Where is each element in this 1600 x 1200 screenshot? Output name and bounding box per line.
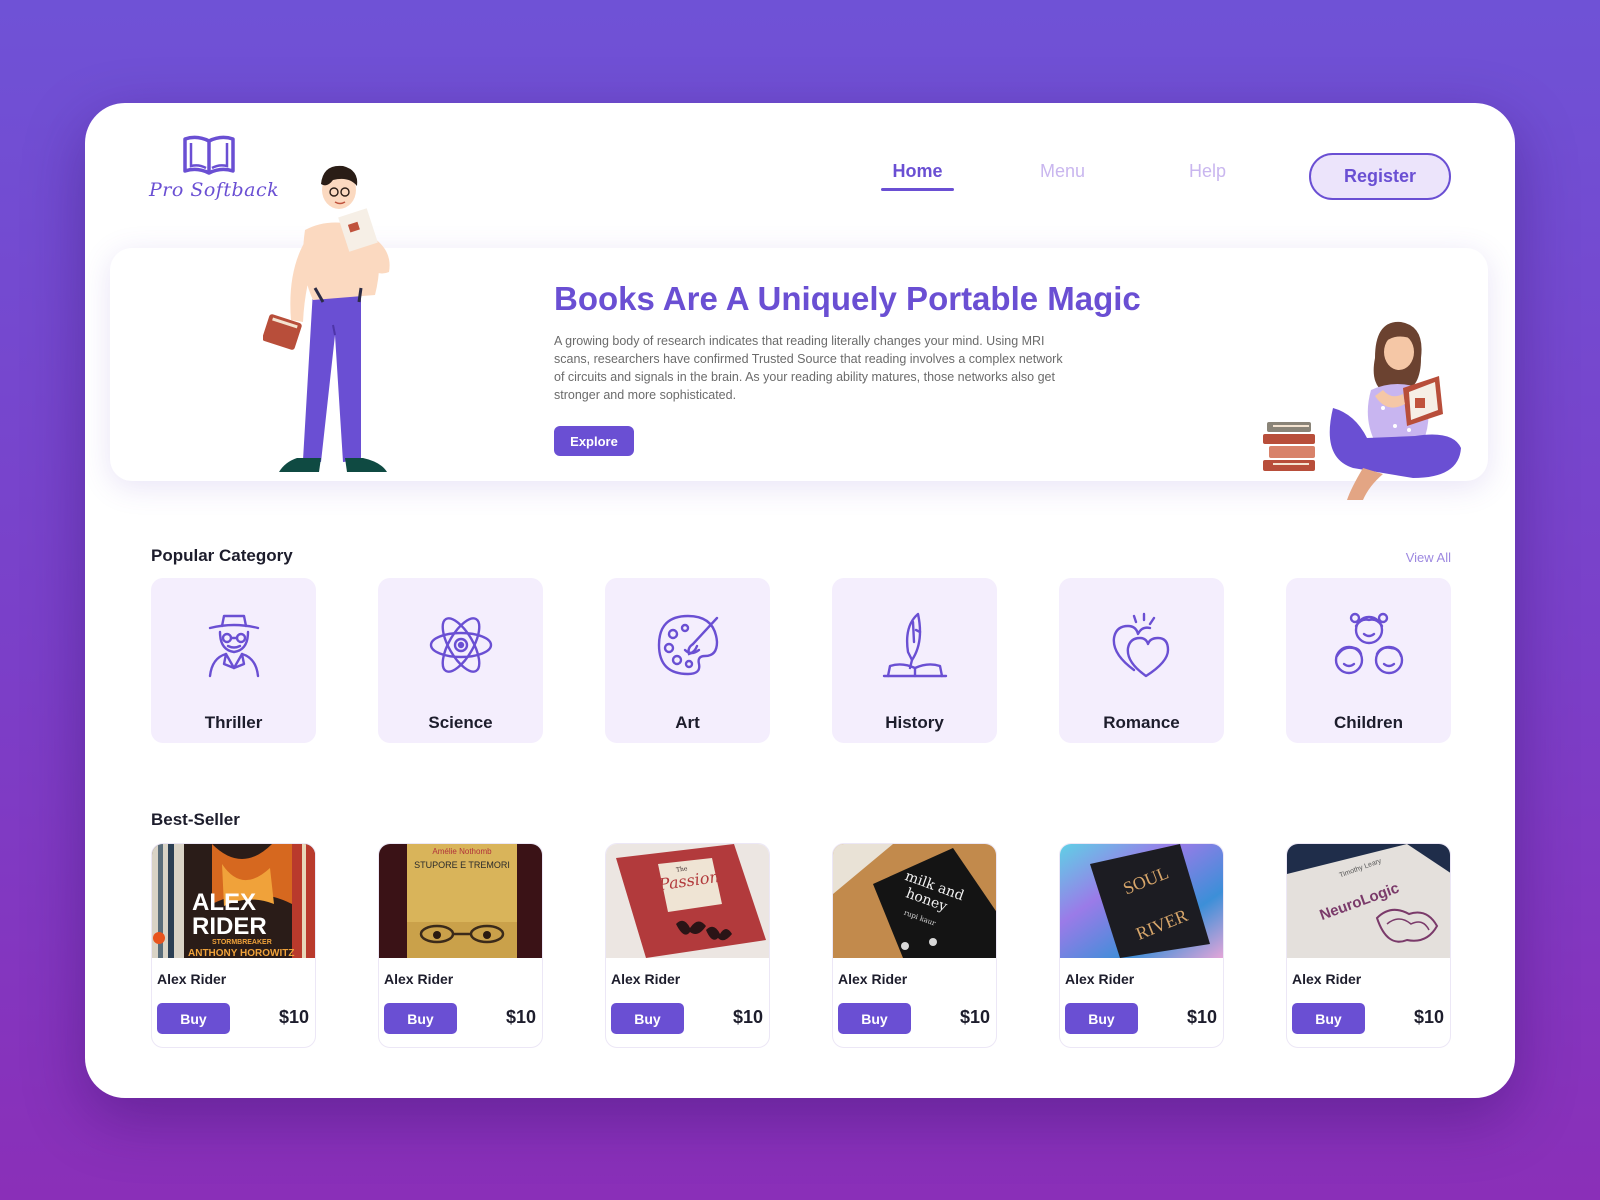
buy-button[interactable]: Buy	[384, 1003, 457, 1034]
explore-button[interactable]: Explore	[554, 426, 634, 456]
category-science[interactable]: Science	[378, 578, 543, 743]
book-title: Alex Rider	[611, 971, 681, 987]
cover-text: ALEX	[192, 889, 256, 916]
cover-text: RIDER	[192, 913, 267, 940]
register-button[interactable]: Register	[1309, 153, 1451, 200]
quill-book-icon	[882, 612, 947, 678]
book-card[interactable]: SOUL RIVER Alex Rider Buy $10	[1059, 843, 1224, 1048]
book-price: $10	[505, 1007, 536, 1027]
atom-icon	[429, 617, 492, 673]
category-art[interactable]: Art	[605, 578, 770, 743]
category-thriller[interactable]: Thriller	[151, 578, 316, 743]
book-price: $10	[959, 1007, 990, 1027]
book-title: Alex Rider	[384, 971, 454, 987]
bestseller-list: ALEX RIDER STORMBREAKER ANTHONY HOROWITZ…	[151, 843, 1451, 1048]
book-title: Alex Rider	[157, 971, 227, 987]
category-label: Romance	[1103, 713, 1180, 732]
nav-menu[interactable]: Menu	[990, 161, 1135, 191]
book-cover-image: SOUL RIVER	[1060, 844, 1223, 958]
book-price: $10	[1413, 1007, 1444, 1027]
book-cover-image: milk and honey rupi kaur	[833, 844, 996, 958]
category-children[interactable]: Children	[1286, 578, 1451, 743]
nav-help[interactable]: Help	[1135, 161, 1280, 191]
book-card[interactable]: milk and honey rupi kaur Alex Rider Buy …	[832, 843, 997, 1048]
category-history[interactable]: History	[832, 578, 997, 743]
book-card[interactable]: Amélie Nothomb STUPORE E TREMORI Alex Ri…	[378, 843, 543, 1048]
nav-home[interactable]: Home	[845, 161, 990, 191]
category-section-title: Popular Category	[151, 546, 293, 565]
category-label: Thriller	[204, 713, 263, 732]
buy-button[interactable]: Buy	[157, 1003, 230, 1034]
book-card[interactable]: Timothy Leary NeuroLogic Alex Rider Buy …	[1286, 843, 1451, 1048]
cover-text: STUPORE E TREMORI	[414, 860, 510, 870]
book-price: $10	[1186, 1007, 1217, 1027]
book-card[interactable]: Passion The Alex Rider Buy $10	[605, 843, 770, 1048]
book-price: $10	[732, 1007, 763, 1027]
buy-button[interactable]: Buy	[611, 1003, 684, 1034]
category-list: Thriller Science Art History Romance Chi…	[151, 578, 1451, 743]
detective-icon	[208, 614, 259, 678]
hearts-icon	[1112, 612, 1169, 678]
hero-title: Books Are A Uniquely Portable Magic	[554, 280, 1141, 317]
book-title: Alex Rider	[838, 971, 908, 987]
buy-button[interactable]: Buy	[838, 1003, 911, 1034]
category-label: Science	[428, 713, 493, 732]
woman-reading-illustration	[1263, 321, 1461, 500]
book-cover-image: Passion The	[606, 844, 769, 958]
main-card: Pro Softback Home Menu Help Register Boo…	[85, 103, 1515, 1098]
children-icon	[1334, 612, 1403, 675]
book-title: Alex Rider	[1292, 971, 1362, 987]
book-card[interactable]: ALEX RIDER STORMBREAKER ANTHONY HOROWITZ…	[151, 843, 316, 1048]
hero-body: A growing body of research indicates tha…	[554, 334, 1063, 402]
brand-name: Pro Softback	[149, 179, 280, 201]
category-romance[interactable]: Romance	[1059, 578, 1224, 743]
book-cover-image: ALEX RIDER STORMBREAKER ANTHONY HOROWITZ	[152, 844, 315, 958]
category-label: Art	[675, 713, 700, 732]
cover-text: ANTHONY HOROWITZ	[188, 948, 294, 958]
palette-icon	[657, 614, 718, 676]
view-all-link[interactable]: View All	[1395, 550, 1451, 565]
category-label: History	[885, 713, 944, 732]
book-cover-image: Amélie Nothomb STUPORE E TREMORI	[379, 844, 542, 958]
buy-button[interactable]: Buy	[1065, 1003, 1138, 1034]
open-book-icon	[183, 135, 235, 175]
category-label: Children	[1334, 713, 1403, 732]
main-nav: Home Menu Help	[845, 161, 1280, 191]
book-cover-image: Timothy Leary NeuroLogic	[1287, 844, 1450, 958]
book-price: $10	[278, 1007, 309, 1027]
man-reading-illustration	[263, 165, 390, 472]
bestseller-section-title: Best-Seller	[151, 810, 240, 829]
brand-logo[interactable]: Pro Softback	[149, 133, 280, 201]
book-title: Alex Rider	[1065, 971, 1135, 987]
cover-text: STORMBREAKER	[212, 939, 272, 946]
buy-button[interactable]: Buy	[1292, 1003, 1365, 1034]
cover-text: Amélie Nothomb	[432, 847, 492, 856]
